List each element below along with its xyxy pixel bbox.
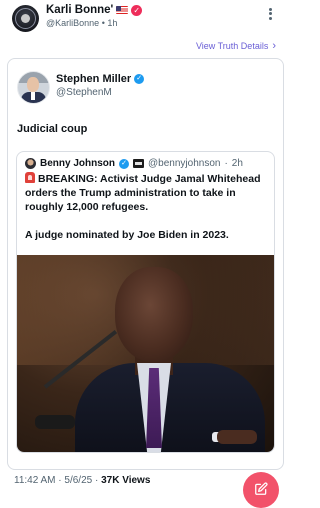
post-date: 5/6/25 bbox=[64, 475, 93, 486]
post-age: 1h bbox=[107, 18, 118, 28]
post-text: Judicial coup bbox=[17, 123, 88, 135]
separator-dot: · bbox=[224, 158, 228, 169]
post-author-line: Stephen Miller ✓ bbox=[56, 73, 145, 85]
embedded-post-card[interactable]: Stephen Miller ✓ @StephenM Judicial coup… bbox=[7, 58, 284, 470]
post-author-handle[interactable]: @StephenM bbox=[56, 87, 112, 98]
chevron-right-icon: › bbox=[272, 39, 276, 52]
us-flag-icon bbox=[116, 6, 129, 14]
views-count: 37K Views bbox=[101, 475, 151, 486]
compose-button[interactable] bbox=[243, 472, 279, 508]
author-avatar[interactable] bbox=[12, 5, 39, 32]
verified-icon: ✓ bbox=[134, 74, 145, 84]
affiliation-badge-icon bbox=[133, 159, 145, 168]
view-truth-details-link[interactable]: View Truth Details › bbox=[195, 39, 276, 52]
quoted-author-handle[interactable]: @bennyjohnson bbox=[148, 158, 220, 169]
quoted-post-header: Benny Johnson ✓ @bennyjohnson · 2h bbox=[25, 158, 243, 169]
quoted-post-age: 2h bbox=[231, 158, 243, 169]
quoted-text-line2: A judge nominated by Joe Biden in 2023. bbox=[25, 229, 229, 241]
compose-icon bbox=[255, 482, 268, 495]
quoted-post-photo[interactable] bbox=[17, 255, 274, 452]
quoted-post[interactable]: Benny Johnson ✓ @bennyjohnson · 2h BREAK… bbox=[16, 151, 275, 453]
benny-johnson-avatar[interactable] bbox=[25, 158, 36, 169]
quoted-post-body: BREAKING: Activist Judge Jamal Whitehead… bbox=[25, 172, 268, 242]
quoted-author-name[interactable]: Benny Johnson bbox=[40, 158, 115, 169]
quoted-text-line1: BREAKING: Activist Judge Jamal Whitehead… bbox=[25, 173, 261, 213]
stephen-miller-avatar[interactable] bbox=[17, 71, 50, 104]
verified-icon: ✓ bbox=[119, 158, 130, 169]
author-subline: @KarliBonne • 1h bbox=[46, 18, 117, 28]
verified-badge-icon: ✓ bbox=[131, 4, 143, 16]
more-options-icon[interactable] bbox=[267, 7, 273, 21]
siren-icon bbox=[25, 172, 35, 183]
author-line: Karli Bonne' ✓ bbox=[46, 4, 143, 16]
post-header: Karli Bonne' ✓ @KarliBonne • 1h bbox=[0, 0, 290, 40]
author-name[interactable]: Karli Bonne' bbox=[46, 4, 113, 16]
author-handle[interactable]: @KarliBonne bbox=[46, 18, 99, 28]
post-time: 11:42 AM bbox=[14, 475, 56, 486]
view-truth-details-label: View Truth Details bbox=[195, 41, 269, 51]
post-author-name[interactable]: Stephen Miller bbox=[56, 73, 131, 85]
post-meta: 11:42 AM · 5/6/25 · 37K Views bbox=[14, 475, 150, 486]
